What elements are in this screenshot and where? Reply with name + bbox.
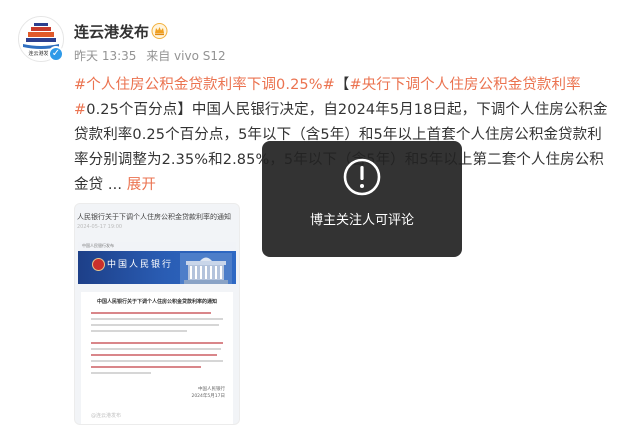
bracket-open: 【 — [334, 77, 350, 93]
image-doc-title: 人民银行关于下调个人住房公积金贷款利率的通知 — [77, 213, 231, 221]
post-meta: 昨天 13:35 来自 vivo S12 — [74, 47, 232, 64]
document-line — [91, 348, 221, 350]
document-line — [91, 360, 223, 362]
crown-icon — [151, 23, 168, 39]
post-source: 来自 vivo S12 — [146, 49, 226, 63]
bank-building-icon — [180, 253, 232, 284]
document-heading: 中国人民银行关于下调个人住房公积金贷款利率的通知 — [96, 299, 217, 305]
banner-top-strip: 中国人民银行发布 — [78, 242, 236, 251]
document-line — [91, 342, 223, 344]
comment-restriction-toast: 博主关注人可评论 — [262, 141, 462, 257]
document-line — [91, 372, 151, 374]
expand-link[interactable]: 展开 — [127, 177, 156, 193]
document-date: 2024年5月17日 — [191, 394, 225, 399]
image-document: 中国人民银行关于下调个人住房公积金贷款利率的通知 中国人民银行 2024年5月1… — [81, 292, 233, 424]
post-image[interactable]: 人民银行关于下调个人住房公积金贷款利率的通知 2024-05-17 19:00 … — [74, 203, 240, 425]
document-line — [91, 318, 223, 320]
verified-badge-icon: ✓ — [48, 46, 64, 62]
bank-name: 中国人民银行 — [107, 260, 174, 270]
document-line — [91, 354, 217, 356]
exclamation-circle-icon — [343, 158, 381, 196]
image-banner: 中国人民银行发布 中国人民银行 — [78, 242, 236, 284]
image-doc-date: 2024-05-17 19:00 — [77, 224, 123, 230]
pboc-emblem-icon — [92, 258, 105, 271]
document-line — [91, 312, 211, 314]
weibo-post: 连云港发布 ✓ 连云港发布 昨天 13:35 来自 vivo S12 #个人住房… — [0, 0, 626, 428]
post-time[interactable]: 昨天 13:35 — [74, 49, 136, 63]
toast-message: 博主关注人可评论 — [309, 213, 414, 228]
document-signature: 中国人民银行 — [198, 387, 225, 392]
document-line — [91, 324, 219, 326]
post-ellipsis: ... — [103, 177, 123, 193]
image-watermark: @连云港发布 — [91, 413, 122, 419]
hashtag-link[interactable]: #个人住房公积金贷款利率下调0.25%# — [74, 77, 335, 93]
banner-top-text: 中国人民银行发布 — [82, 243, 114, 248]
author-name[interactable]: 连云港发布 — [74, 21, 149, 42]
document-line — [91, 330, 187, 332]
document-line — [91, 366, 201, 368]
